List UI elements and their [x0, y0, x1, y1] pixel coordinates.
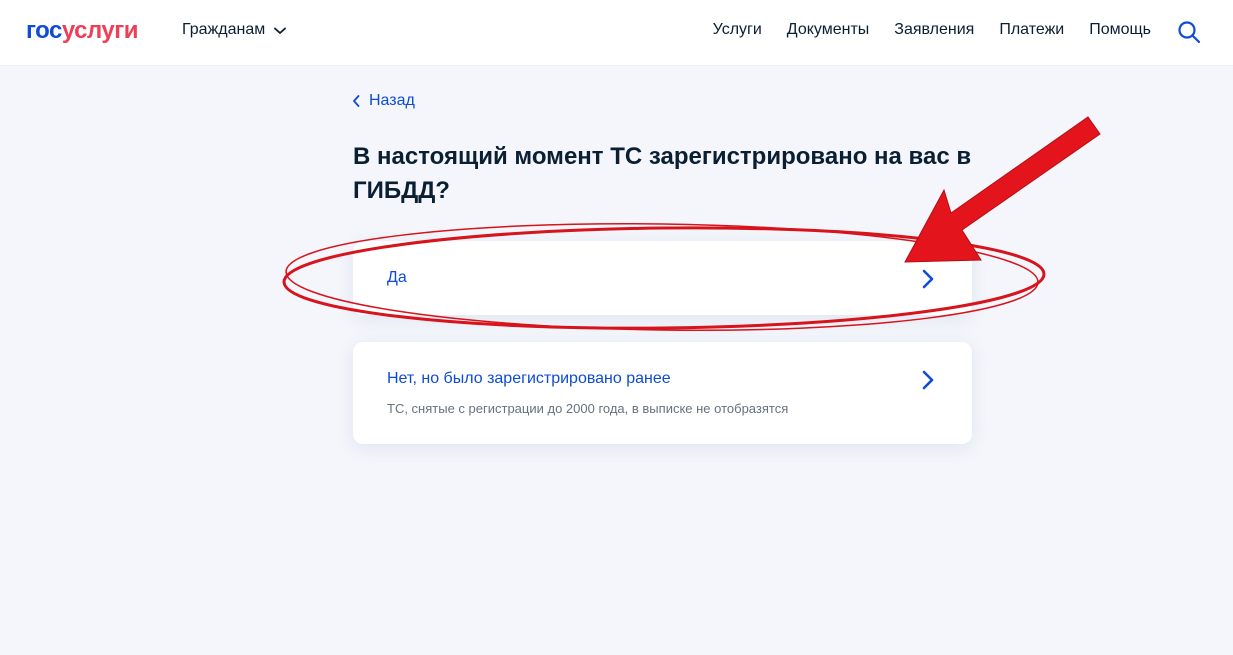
nav-item-services[interactable]: Услуги [713, 21, 762, 39]
nav-item-payments[interactable]: Платежи [999, 21, 1064, 39]
back-link[interactable]: Назад [352, 92, 415, 110]
main-nav: Услуги Документы Заявления Платежи Помощ… [688, 21, 1151, 39]
audience-dropdown[interactable]: Гражданам [182, 21, 287, 39]
chevron-right-icon [922, 269, 934, 289]
logo-part-gos: гос [26, 17, 62, 44]
back-label: Назад [369, 92, 415, 109]
nav-item-documents[interactable]: Документы [787, 21, 869, 39]
logo-part-uslugi: услуги [61, 17, 139, 44]
option-no-hint: ТС, снятые с регистрации до 2000 года, в… [387, 401, 789, 416]
chevron-down-icon [274, 27, 287, 34]
search-icon[interactable] [1177, 20, 1201, 44]
nav-item-help[interactable]: Помощь [1089, 21, 1151, 39]
page-title: В настоящий момент ТС зарегистрировано н… [353, 143, 972, 204]
annotation-overlay [282, 116, 1101, 332]
option-no-previously[interactable]: Нет, но было зарегистрировано ранее ТС, … [353, 342, 972, 444]
gosuslugi-logo[interactable]: госуслуги [26, 16, 139, 46]
nav-item-applications[interactable]: Заявления [894, 21, 974, 39]
audience-label: Гражданам [182, 21, 266, 38]
top-header: госуслуги Гражданам Услуги Документы Зая… [0, 0, 1233, 66]
chevron-right-icon [922, 370, 934, 390]
option-yes-label: Да [387, 269, 407, 286]
option-yes[interactable]: Да [353, 241, 972, 315]
chevron-left-icon [353, 95, 360, 107]
option-no-label: Нет, но было зарегистрировано ранее [387, 370, 671, 387]
